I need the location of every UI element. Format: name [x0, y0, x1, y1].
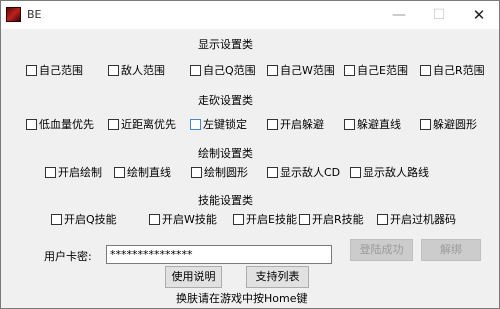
checkbox-enemy-range[interactable]: 敌人范围 [108, 64, 165, 78]
checkbox-self-e-range[interactable]: 自己E范围 [344, 64, 408, 78]
checkbox-enable-q[interactable]: 开启Q技能 [51, 213, 117, 227]
checkbox-bypass-machine-code[interactable]: 开启过机器码 [377, 213, 456, 227]
checkbox-enable-draw[interactable]: 开启绘制 [45, 166, 102, 180]
section-skills-title: 技能设置类 [198, 194, 253, 207]
checkbox-self-range[interactable]: 自己范围 [26, 64, 83, 78]
checkbox-enable-dodge[interactable]: 开启躲避 [267, 118, 324, 132]
checkbox-left-click-lock[interactable]: 左键锁定 [190, 118, 247, 132]
login-button[interactable]: 登陆成功 [350, 239, 413, 261]
checkbox-self-w-range[interactable]: 自己W范围 [267, 64, 335, 78]
unbind-button[interactable]: 解绑 [421, 239, 481, 261]
app-icon [6, 7, 21, 22]
close-button[interactable]: ✕ [459, 1, 499, 29]
section-display-title: 显示设置类 [198, 38, 253, 51]
checkbox-show-enemy-cd[interactable]: 显示敌人CD [267, 166, 340, 180]
window-title: BE [27, 8, 42, 21]
title-bar[interactable]: BE — ☐ ✕ [1, 1, 499, 29]
checkbox-near-priority[interactable]: 近距离优先 [108, 118, 176, 132]
card-key-input[interactable]: *************** [106, 245, 332, 264]
checkbox-self-r-range[interactable]: 自己R范围 [420, 64, 485, 78]
checkbox-enable-e[interactable]: 开启E技能 [233, 213, 297, 227]
checkbox-low-hp-priority[interactable]: 低血量优先 [26, 118, 94, 132]
checkbox-enable-r[interactable]: 开启R技能 [299, 213, 364, 227]
checkbox-draw-line[interactable]: 绘制直线 [114, 166, 171, 180]
checkbox-box [26, 65, 37, 76]
minimize-button[interactable]: — [379, 1, 419, 29]
checkbox-show-enemy-path[interactable]: 显示敌人路线 [350, 166, 429, 180]
checkbox-draw-circle[interactable]: 绘制圆形 [191, 166, 248, 180]
main-window: BE — ☐ ✕ 显示设置类 自己范围 敌人范围 自己Q范围 自己W范围 自己E… [0, 0, 500, 309]
checkbox-dodge-line[interactable]: 躲避直线 [344, 118, 401, 132]
checkbox-enable-w[interactable]: 开启W技能 [149, 213, 217, 227]
card-key-label: 用户卡密: [44, 250, 92, 263]
skin-hint-text: 换肤请在游戏中按Home键 [176, 292, 308, 305]
manual-button[interactable]: 使用说明 [165, 266, 222, 288]
section-draw-title: 绘制设置类 [198, 147, 253, 160]
checkbox-dodge-circle[interactable]: 躲避圆形 [420, 118, 477, 132]
checkbox-self-q-range[interactable]: 自己Q范围 [190, 64, 256, 78]
section-orbwalk-title: 走砍设置类 [198, 94, 253, 107]
support-list-button[interactable]: 支持列表 [246, 266, 309, 288]
maximize-button[interactable]: ☐ [419, 1, 459, 29]
